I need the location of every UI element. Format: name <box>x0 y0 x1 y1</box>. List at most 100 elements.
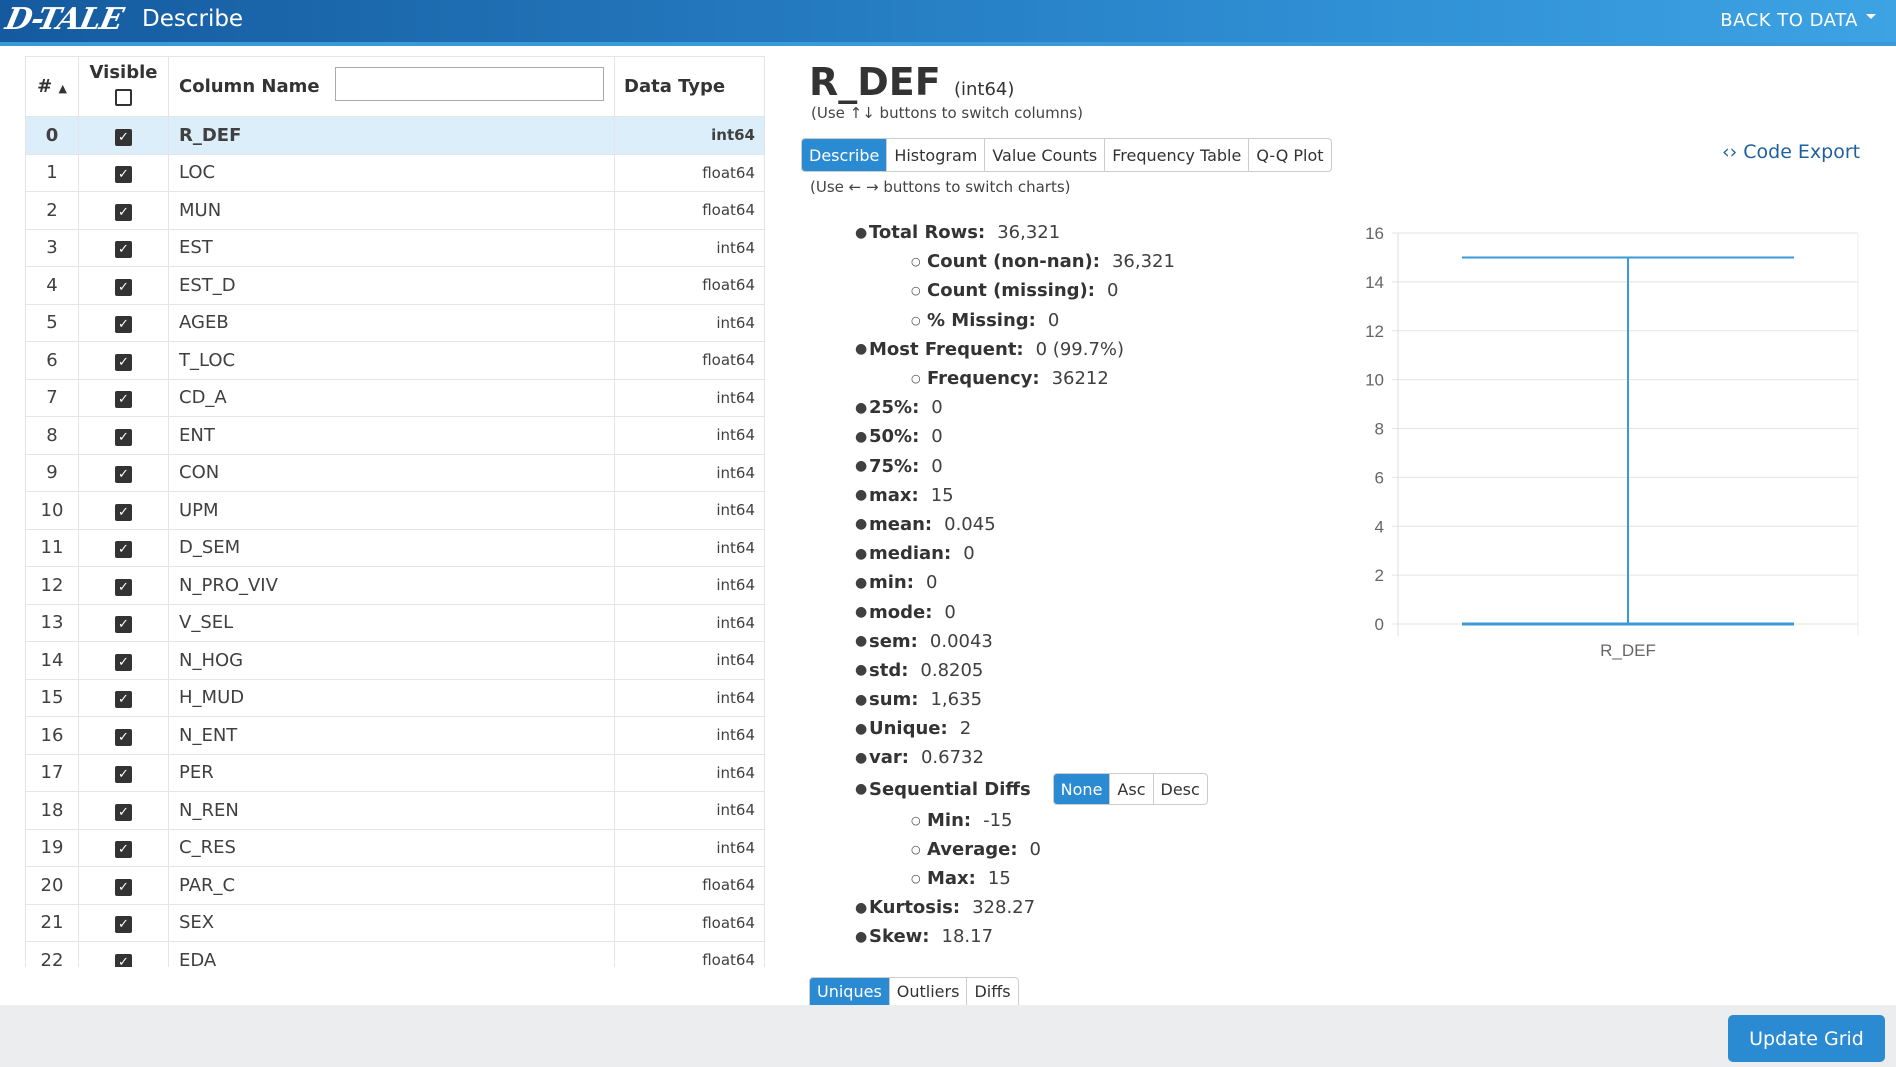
table-row[interactable]: 18 ✓ N_REN int64 <box>25 791 765 830</box>
data-type: int64 <box>614 716 765 755</box>
table-row[interactable]: 19 ✓ C_RES int64 <box>25 828 765 867</box>
seq-desc-button[interactable]: Desc <box>1154 774 1207 804</box>
y-tick-label: 16 <box>1365 224 1384 243</box>
visible-checkbox[interactable]: ✓ <box>115 503 132 521</box>
column-name: C_RES <box>168 828 615 867</box>
table-row[interactable]: 2 ✓ MUN float64 <box>25 191 765 230</box>
table-row[interactable]: 10 ✓ UPM int64 <box>25 491 765 530</box>
row-index: 10 <box>25 491 79 530</box>
visible-checkbox[interactable]: ✓ <box>115 278 132 296</box>
column-name: AGEB <box>168 303 615 342</box>
visible-checkbox[interactable]: ✓ <box>115 841 132 859</box>
visible-checkbox[interactable]: ✓ <box>115 691 132 709</box>
stat-value: 0.8205 <box>920 659 984 681</box>
visible-checkbox[interactable]: ✓ <box>115 653 132 671</box>
tab-describe[interactable]: Describe <box>802 139 888 171</box>
table-row[interactable]: 11 ✓ D_SEM int64 <box>25 528 765 567</box>
select-all-checkbox[interactable] <box>115 88 132 106</box>
bullet-icon: ● <box>855 604 868 621</box>
data-type: float64 <box>614 266 765 305</box>
table-row[interactable]: 5 ✓ AGEB int64 <box>25 303 765 342</box>
tab-q-q-plot[interactable]: Q-Q Plot <box>1249 139 1330 171</box>
table-row[interactable]: 17 ✓ PER int64 <box>25 753 765 792</box>
tab-outliers[interactable]: Outliers <box>890 978 968 1005</box>
visible-checkbox[interactable]: ✓ <box>115 128 132 146</box>
stat-value: 0.045 <box>944 513 996 535</box>
table-row[interactable]: 15 ✓ H_MUD int64 <box>25 678 765 717</box>
visible-checkbox[interactable]: ✓ <box>115 241 132 259</box>
table-row[interactable]: 13 ✓ V_SEL int64 <box>25 603 765 642</box>
visible-checkbox[interactable]: ✓ <box>115 316 132 334</box>
seq-asc-button[interactable]: Asc <box>1110 774 1154 805</box>
table-row[interactable]: 1 ✓ LOC float64 <box>25 153 765 192</box>
tab-histogram[interactable]: Histogram <box>887 139 986 171</box>
tab-diffs[interactable]: Diffs <box>967 978 1017 1005</box>
visible-checkbox[interactable]: ✓ <box>115 353 132 371</box>
table-row[interactable]: 8 ✓ ENT int64 <box>25 416 765 455</box>
header: D-TALE Describe BACK TO DATA <box>0 0 1896 46</box>
stat-value: 0 <box>1106 280 1119 302</box>
visible-checkbox[interactable]: ✓ <box>115 428 132 446</box>
column-title-name: R_DEF <box>809 60 941 104</box>
seq-none-button[interactable]: None <box>1053 774 1111 805</box>
stat-value: 36,321 <box>1111 251 1175 273</box>
visible-checkbox[interactable]: ✓ <box>115 166 132 184</box>
tab-value-counts[interactable]: Value Counts <box>985 139 1106 171</box>
table-row[interactable]: 22 ✓ EDA float64 <box>25 941 765 967</box>
sort-number-header[interactable]: # ▲ <box>25 56 79 117</box>
columns-table: # ▲ Visible Column Name Data Type 0 ✓ R_DE… <box>25 56 765 967</box>
visible-checkbox[interactable]: ✓ <box>115 391 132 409</box>
table-row[interactable]: 7 ✓ CD_A int64 <box>25 378 765 417</box>
table-row[interactable]: 4 ✓ EST_D float64 <box>25 266 765 305</box>
column-name: SEX <box>168 903 615 942</box>
table-row[interactable]: 9 ✓ CON int64 <box>25 453 765 492</box>
column-name: D_SEM <box>168 528 615 567</box>
visible-cell: ✓ <box>78 453 169 492</box>
column-name: UPM <box>168 491 615 530</box>
row-index: 0 <box>25 116 79 155</box>
visible-checkbox[interactable]: ✓ <box>115 728 132 746</box>
stat-label: 25%: <box>869 397 920 419</box>
table-row[interactable]: 21 ✓ SEX float64 <box>25 903 765 942</box>
visible-checkbox[interactable]: ✓ <box>115 803 132 821</box>
stat-label: 75%: <box>869 455 920 477</box>
visible-checkbox[interactable]: ✓ <box>115 466 132 484</box>
tab-uniques[interactable]: Uniques <box>810 978 890 1005</box>
number-header-label: # <box>37 76 53 97</box>
stat-value: 36,321 <box>997 222 1061 244</box>
visible-checkbox[interactable]: ✓ <box>115 916 132 934</box>
stat-value: 0 (99.7%) <box>1035 338 1125 360</box>
tab-frequency-table[interactable]: Frequency Table <box>1105 139 1250 171</box>
visible-checkbox[interactable]: ✓ <box>115 578 132 596</box>
bullet-icon: ● <box>855 341 868 358</box>
stat-label: Total Rows: <box>869 222 986 244</box>
table-row[interactable]: 16 ✓ N_ENT int64 <box>25 716 765 755</box>
update-grid-button[interactable]: Update Grid <box>1728 1015 1885 1062</box>
stat-label: Skew: <box>869 926 930 948</box>
visible-cell: ✓ <box>78 941 169 967</box>
stat-value: 36212 <box>1051 368 1109 390</box>
table-row[interactable]: 6 ✓ T_LOC float64 <box>25 341 765 380</box>
row-index: 11 <box>25 528 79 567</box>
visible-checkbox[interactable]: ✓ <box>115 541 132 559</box>
code-export-link[interactable]: ‹› Code Export <box>1722 141 1860 163</box>
visible-checkbox[interactable]: ✓ <box>115 953 132 967</box>
table-row[interactable]: 3 ✓ EST int64 <box>25 228 765 267</box>
column-name-filter-input[interactable] <box>335 67 604 101</box>
stat-value: 0 <box>1029 838 1041 860</box>
table-row[interactable]: 20 ✓ PAR_C float64 <box>25 866 765 905</box>
table-row[interactable]: 0 ✓ R_DEF int64 <box>25 116 765 155</box>
y-tick-label: 10 <box>1365 371 1384 390</box>
visible-checkbox[interactable]: ✓ <box>115 766 132 784</box>
visible-checkbox[interactable]: ✓ <box>115 203 132 221</box>
column-name: EST <box>168 228 615 267</box>
data-type-label: Data Type <box>624 76 726 97</box>
visible-checkbox[interactable]: ✓ <box>115 878 132 896</box>
stat-value: 0 <box>931 426 943 448</box>
table-row[interactable]: 12 ✓ N_PRO_VIV int64 <box>25 566 765 605</box>
table-row[interactable]: 14 ✓ N_HOG int64 <box>25 641 765 680</box>
stat-item: ● Kurtosis: 328.27 <box>855 893 1355 922</box>
visible-cell: ✓ <box>78 903 169 942</box>
back-to-data-button[interactable]: BACK TO DATA <box>1720 10 1876 31</box>
visible-checkbox[interactable]: ✓ <box>115 616 132 634</box>
